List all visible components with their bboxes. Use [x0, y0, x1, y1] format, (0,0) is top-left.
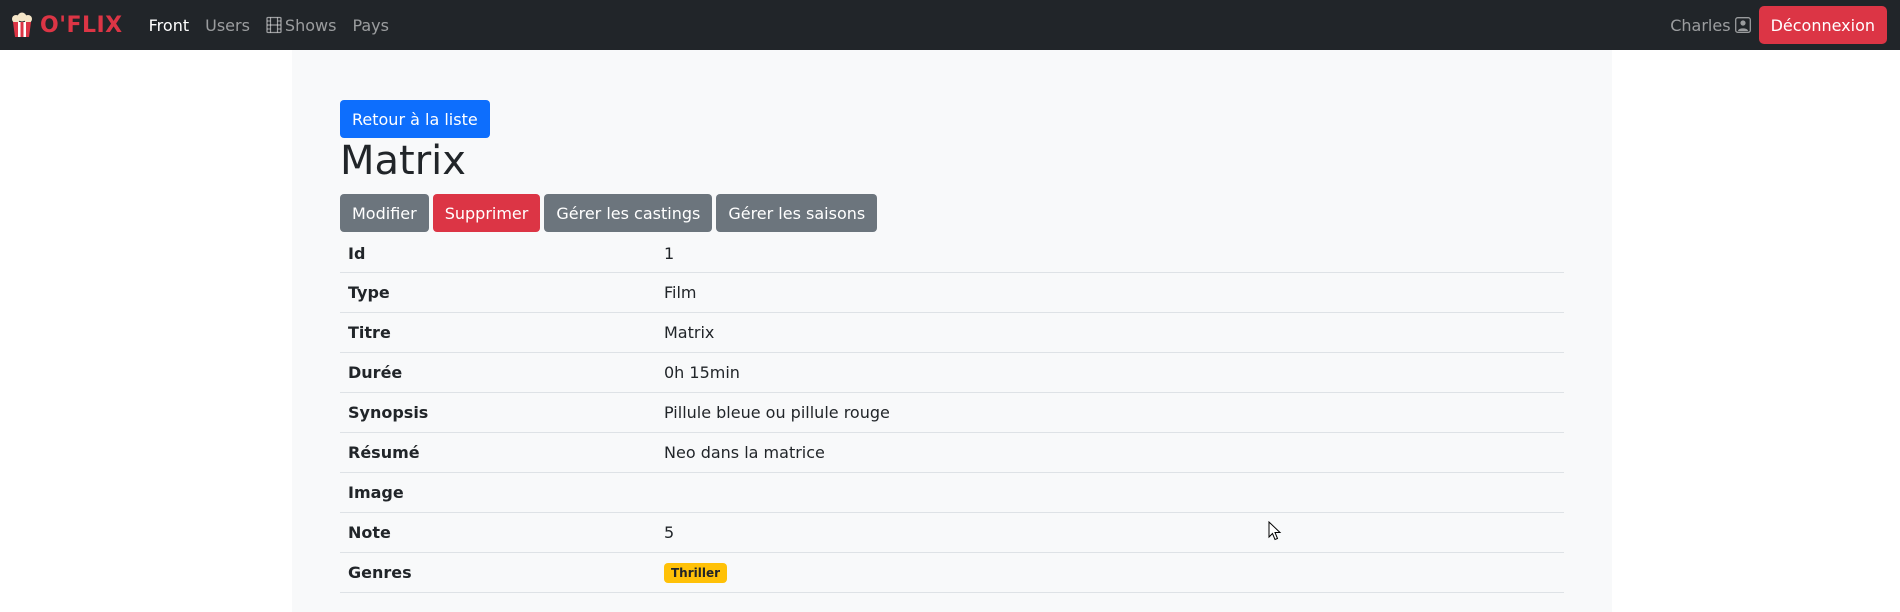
edit-button[interactable]: Modifier	[340, 194, 429, 232]
field-label: Id	[340, 236, 656, 273]
field-label: Image	[340, 472, 656, 513]
brand-link[interactable]: O'FLIX	[10, 12, 123, 38]
page-title: Matrix	[340, 138, 466, 184]
table-row: Durée 0h 15min	[340, 352, 1564, 393]
table-row: Résumé Neo dans la matrice	[340, 432, 1564, 473]
field-label: Titre	[340, 312, 656, 353]
table-row: Type Film	[340, 272, 1564, 313]
brand-name: O'FLIX	[40, 12, 123, 38]
table-row: Titre Matrix	[340, 312, 1564, 353]
field-label: Type	[340, 272, 656, 313]
table-row: Image	[340, 472, 1564, 513]
back-to-list-button[interactable]: Retour à la liste	[340, 100, 490, 138]
nav-link-shows-label: Shows	[284, 15, 337, 35]
nav-link-users[interactable]: Users	[205, 16, 250, 35]
details-table: Id 1 Type Film Titre Matrix Durée 0h 15m…	[340, 236, 1564, 593]
action-buttons: Modifier Supprimer Gérer les castings Gé…	[340, 194, 881, 232]
field-label: Note	[340, 512, 656, 553]
field-value: Film	[656, 272, 1564, 313]
field-value: Neo dans la matrice	[656, 432, 1564, 473]
manage-castings-button[interactable]: Gérer les castings	[544, 194, 713, 232]
table-row: Id 1	[340, 236, 1564, 273]
logout-button[interactable]: Déconnexion	[1758, 6, 1887, 44]
field-value: 5	[656, 512, 1564, 553]
field-value: 0h 15min	[656, 352, 1564, 393]
table-row: Note 5	[340, 512, 1564, 553]
field-value: Matrix	[656, 312, 1564, 353]
field-label: Résumé	[340, 432, 656, 473]
nav-link-front[interactable]: Front	[149, 16, 189, 35]
main-container: Retour à la liste Matrix Modifier Suppri…	[292, 50, 1612, 612]
main-nav: Front Users Shows Pays	[149, 16, 405, 35]
user-menu[interactable]: Charles	[1670, 15, 1751, 35]
genre-badge: Thriller	[664, 562, 728, 583]
user-name: Charles	[1670, 15, 1731, 35]
mouse-cursor-icon	[1268, 520, 1282, 541]
table-row: Genres Thriller	[340, 552, 1564, 593]
field-value-genres: Thriller	[656, 552, 1564, 593]
person-square-icon	[1734, 17, 1751, 33]
manage-seasons-button[interactable]: Gérer les saisons	[716, 194, 878, 232]
field-label: Genres	[340, 552, 656, 593]
film-icon	[266, 16, 282, 34]
user-area: Charles Déconnexion	[1670, 0, 1900, 50]
top-navbar: O'FLIX Front Users Shows Pays Charles Dé…	[0, 0, 1900, 50]
field-label: Synopsis	[340, 392, 656, 433]
field-label: Durée	[340, 352, 656, 393]
popcorn-icon	[10, 12, 34, 38]
table-row: Synopsis Pillule bleue ou pillule rouge	[340, 392, 1564, 433]
delete-button[interactable]: Supprimer	[432, 194, 541, 232]
nav-link-shows[interactable]: Shows	[266, 15, 337, 35]
field-value: 1	[656, 236, 1564, 273]
nav-link-pays[interactable]: Pays	[352, 16, 389, 35]
field-value: Pillule bleue ou pillule rouge	[656, 392, 1564, 433]
field-value	[656, 472, 1564, 513]
